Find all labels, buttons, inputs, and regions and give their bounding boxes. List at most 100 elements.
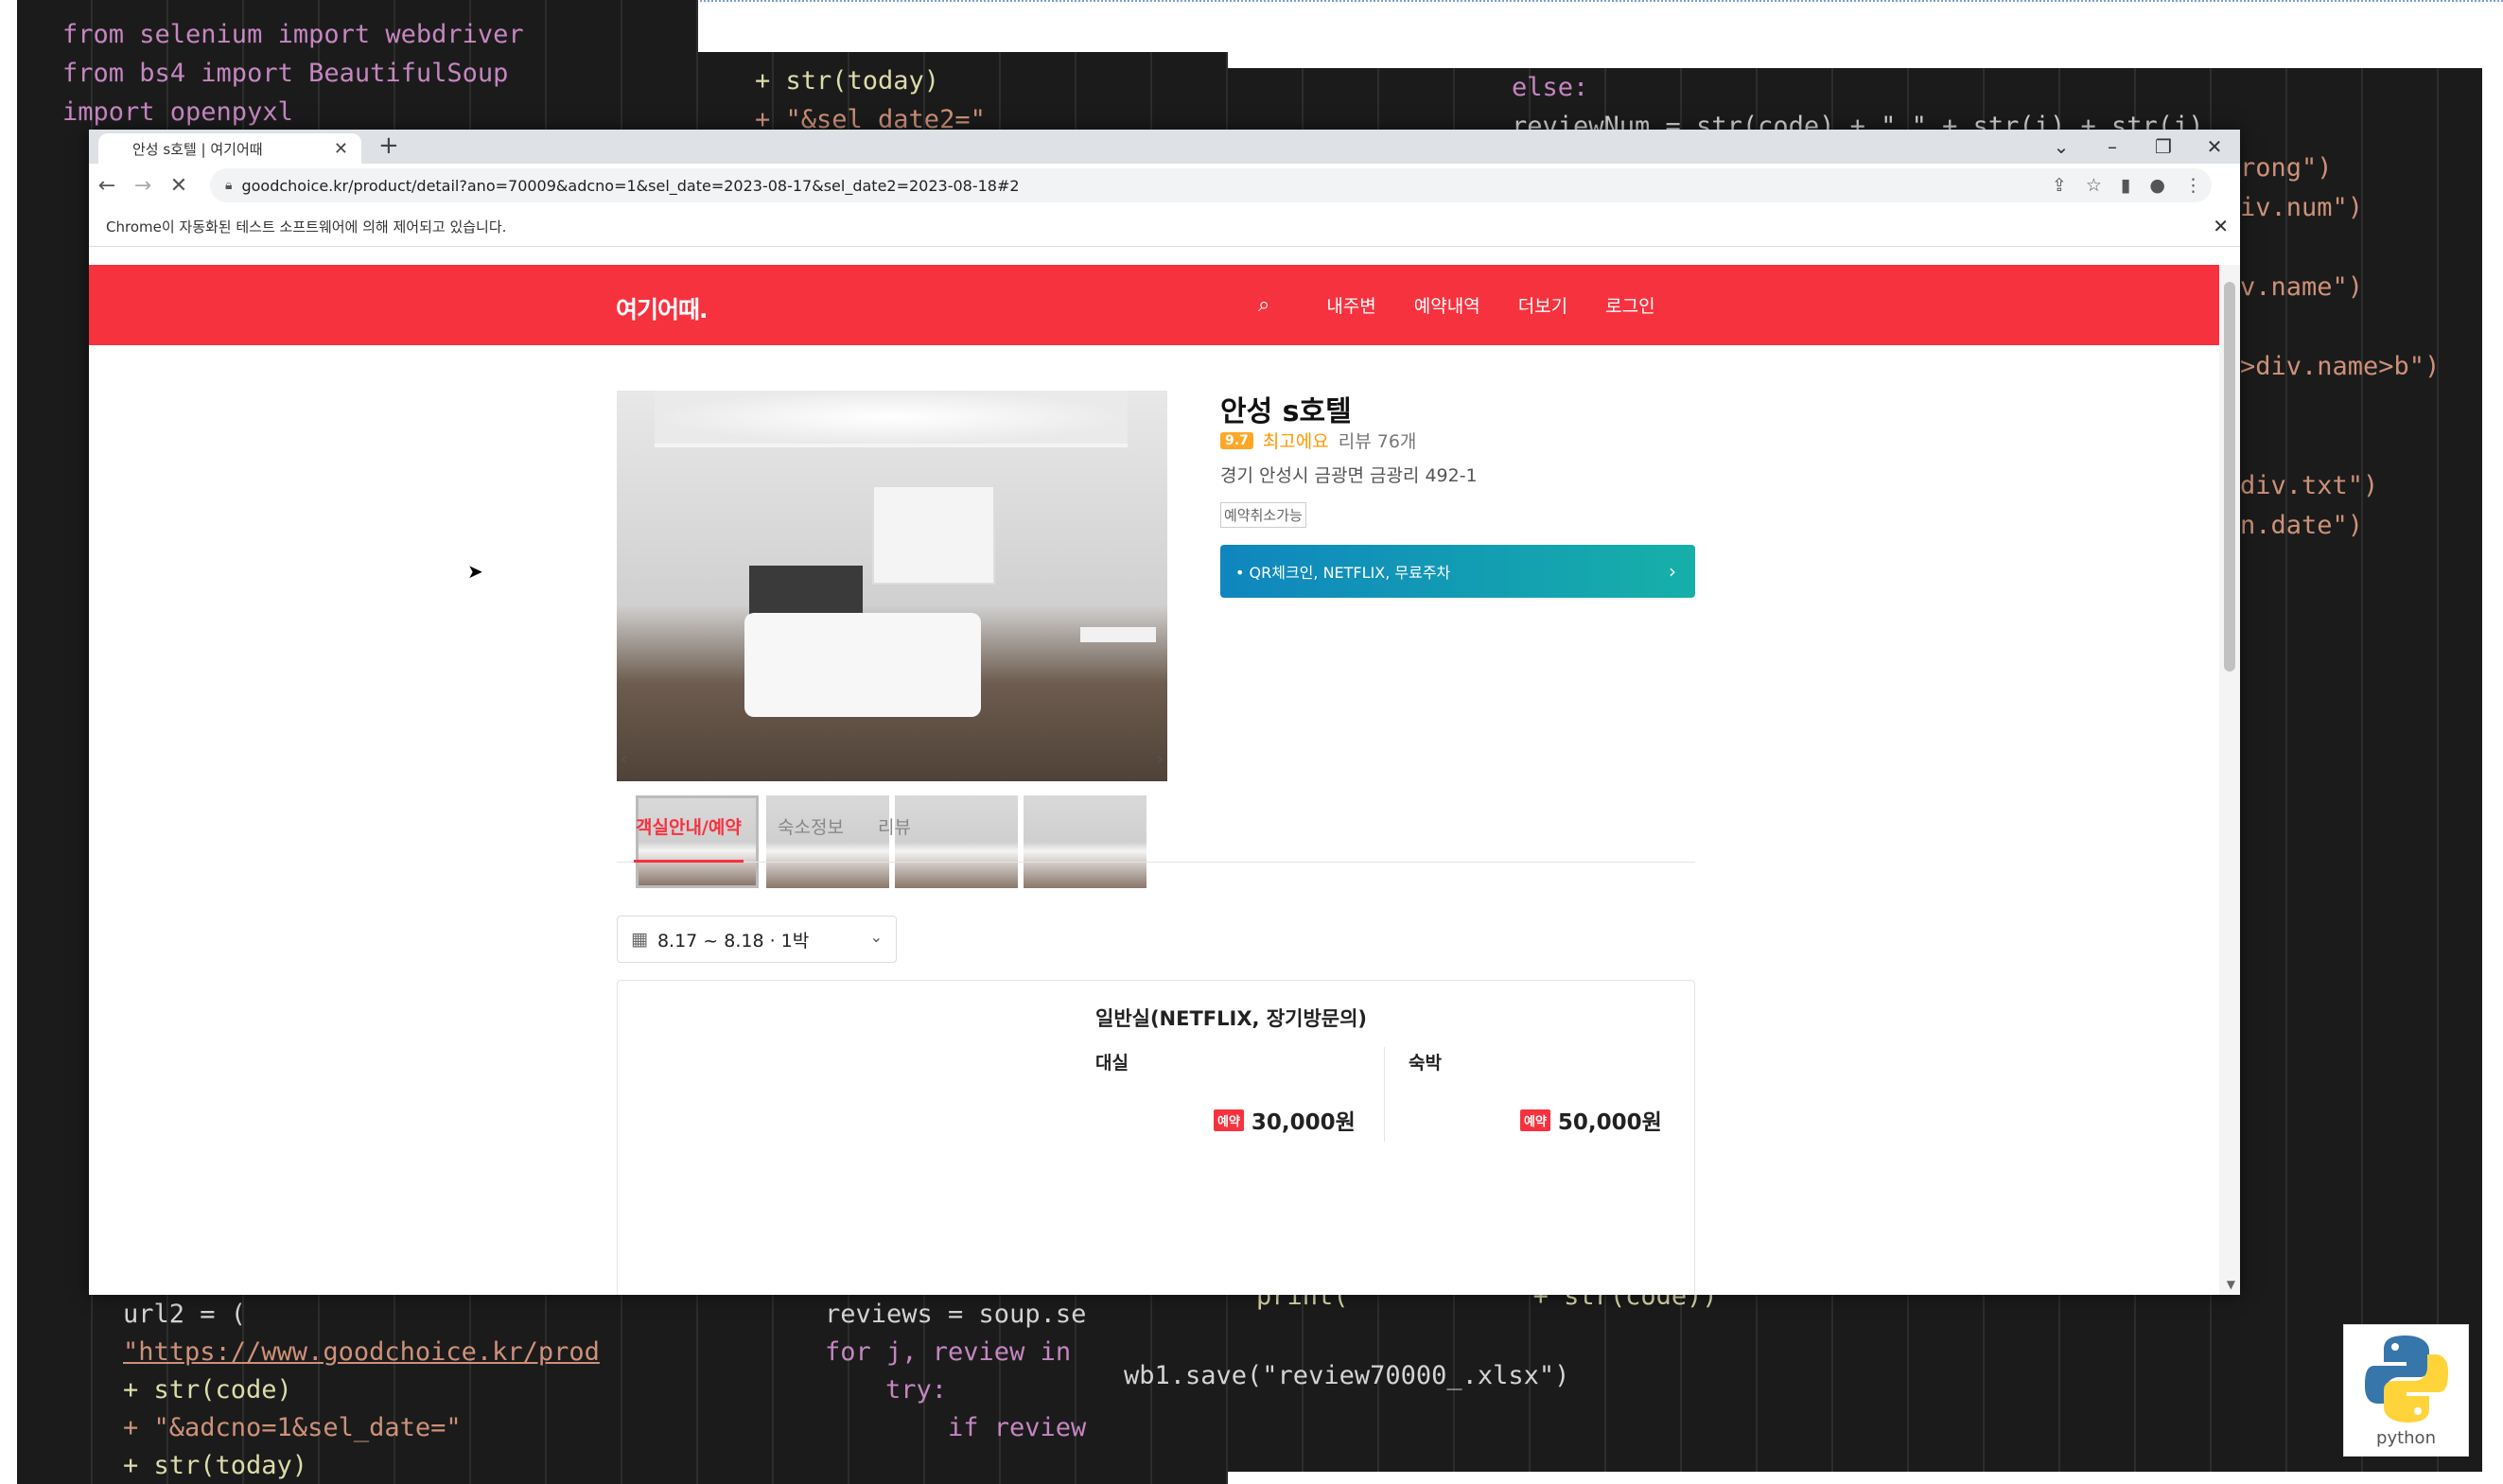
nav-reservations[interactable]: 예약내역 [1414, 292, 1480, 318]
infobar-text: Chrome이 자동화된 테스트 소프트웨어에 의해 제어되고 있습니다. [106, 218, 507, 236]
address-bar[interactable]: 🔒︎ goodchoice.kr/product/detail?ano=7000… [210, 168, 2212, 202]
code-line: wb1.save("review70000_.xlsx") [1124, 1361, 1570, 1390]
code-lines-left: from selenium import webdriver from bs4 … [17, 0, 698, 131]
code-line: v.name") [2240, 272, 2364, 302]
code-line: + str(today) [123, 1451, 308, 1480]
python-logo-icon [2364, 1335, 2448, 1423]
site-nav: ⌕ 내주변 예약내역 더보기 로그인 [1258, 265, 1655, 345]
code-line: if review [948, 1413, 1087, 1442]
amenities-promo-banner[interactable]: • QR체크인, NETFLIX, 무료주차 › [1220, 545, 1695, 598]
date-range-value: 8.17 ~ 8.18 · 1박 [656, 930, 810, 952]
profile-avatar-icon[interactable]: ● [2149, 175, 2165, 196]
code-line: url2 = ( [123, 1300, 247, 1329]
chrome-window: 안성 s호텔 | 여기어때 ✕ + ⌄ – ❐ ✕ ← → ✕ 🔒︎ goodc… [89, 130, 2240, 1295]
code-lines-right-edge: rong") iv.num") v.name") >div.name>b") d… [2240, 148, 2440, 546]
web-page: 여기어때. ⌕ 내주변 예약내역 더보기 로그인 ‹ › 안성 s호텔 9.7 … [89, 265, 2219, 1295]
code-line: rong") [2240, 153, 2333, 183]
chevron-down-icon: ⌄ [869, 928, 883, 946]
new-tab-button[interactable]: + [378, 131, 399, 160]
bookmark-star-icon[interactable]: ☆ [2086, 175, 2102, 196]
python-logo-label: python [2376, 1427, 2436, 1448]
stop-loading-icon[interactable]: ✕ [161, 167, 197, 203]
nav-login[interactable]: 로그인 [1605, 292, 1654, 318]
code-line: >div.name>b") [2240, 352, 2441, 381]
code-line: import openpyxl [62, 97, 293, 127]
restore-icon[interactable]: ❐ [2138, 130, 2189, 164]
chevron-right-icon: › [1669, 560, 1676, 583]
tab-active[interactable]: 안성 s호텔 | 여기어때 ✕ [98, 133, 361, 164]
side-panel-icon[interactable]: ▮ [2121, 175, 2130, 196]
minimize-icon[interactable]: – [2087, 130, 2138, 164]
tab-property-info[interactable]: 숙소정보 [778, 813, 844, 863]
review-count[interactable]: 리뷰 76개 [1339, 428, 1417, 453]
site-logo[interactable]: 여기어때. [616, 291, 708, 325]
code-lines-mid: + str(today) + "&sel_date2=" [698, 52, 1228, 139]
code-editor-bottom-right: print( + str(code)) wb1.save("review7000… [1095, 1277, 1947, 1409]
nav-nearby[interactable]: 내주변 [1326, 292, 1375, 318]
tab-close-icon[interactable]: ✕ [334, 139, 348, 159]
mouse-pointer-icon: ➤ [467, 560, 483, 583]
rent-price-row[interactable]: 예약 30,000원 [1214, 1104, 1356, 1136]
automation-infobar: Chrome이 자동화된 테스트 소프트웨어에 의해 제어되고 있습니다. ✕ [89, 207, 2240, 247]
code-editor-bottom-left: url2 = ( "https://www.goodchoice.kr/prod… [17, 1296, 698, 1484]
url-text[interactable]: goodchoice.kr/product/detail?ano=70009&a… [241, 177, 1019, 195]
room-name: 일반실(NETFLIX, 장기방문의) [1095, 1007, 1368, 1030]
share-icon[interactable]: ⇪ [2052, 175, 2067, 196]
room-card: 일반실(NETFLIX, 장기방문의) 대실 숙박 예약 30,000원 예약 … [617, 980, 1695, 1295]
code-line: try: [885, 1375, 948, 1405]
rent-price: 30,000원 [1251, 1110, 1356, 1135]
reserve-badge: 예약 [1520, 1109, 1550, 1131]
thumbs-next-arrow-icon[interactable]: › [1156, 747, 1164, 770]
page-scrollbar[interactable]: ▼ [2219, 265, 2240, 1295]
rent-label: 대실 [1095, 1053, 1129, 1074]
calendar-icon: ▦ [631, 929, 648, 950]
code-line: + str(code) [123, 1375, 292, 1405]
tab-room-booking[interactable]: 객실안내/예약 [634, 813, 744, 863]
code-line: for j, review in [825, 1337, 1072, 1367]
code-lines-bottom-left: url2 = ( "https://www.goodchoice.kr/prod… [17, 1296, 698, 1484]
hotel-address: 경기 안성시 금광면 금광리 492-1 [1220, 465, 1478, 486]
code-line: n.date") [2240, 511, 2364, 540]
date-range-picker[interactable]: ▦ 8.17 ~ 8.18 · 1박 ⌄ [617, 916, 897, 963]
promo-text: • QR체크인, NETFLIX, 무료주차 [1235, 564, 1451, 582]
code-line: from selenium import webdriver [62, 20, 524, 49]
infobar-close-icon[interactable]: ✕ [2213, 215, 2229, 237]
rating-row: 9.7 최고에요 리뷰 76개 [1220, 428, 1416, 453]
stay-label: 숙박 [1409, 1053, 1442, 1074]
lock-icon: 🔒︎ [225, 178, 233, 193]
tab-title: 안성 s호텔 | 여기어때 [132, 140, 263, 158]
code-line: + str(today) [755, 66, 940, 96]
back-arrow-icon[interactable]: ← [89, 167, 125, 203]
tab-reviews[interactable]: 리뷰 [878, 813, 911, 863]
scroll-down-arrow-icon[interactable]: ▼ [2227, 1278, 2235, 1291]
code-line: "https://www.goodchoice.kr/prod [123, 1337, 600, 1367]
window-close-icon[interactable]: ✕ [2189, 130, 2240, 164]
code-editor-bottom-mid: reviews = soup.se for j, review in try: … [698, 1296, 1095, 1484]
code-line: iv.num") [2240, 193, 2364, 222]
hotel-main-photo[interactable] [617, 391, 1167, 781]
stay-price-row[interactable]: 예약 50,000원 [1520, 1104, 1662, 1136]
code-line: + "&adcno=1&sel_date=" [123, 1413, 462, 1442]
search-icon[interactable]: ⌕ [1258, 293, 1269, 317]
omnibox-actions: ⇪ ☆ ▮ ● ⋮ [2052, 168, 2202, 202]
tab-strip: 안성 s호텔 | 여기어때 ✕ + ⌄ – ❐ ✕ [89, 130, 2240, 164]
more-menu-icon[interactable]: ⋮ [2184, 175, 2202, 196]
code-line: reviews = soup.se [825, 1300, 1087, 1329]
stay-price: 50,000원 [1557, 1110, 1662, 1135]
price-divider [1384, 1047, 1385, 1142]
tab-search-chevron-icon[interactable]: ⌄ [2036, 130, 2087, 164]
cancel-available-badge: 예약취소가능 [1220, 502, 1306, 528]
hotel-name: 안성 s호텔 [1220, 395, 1352, 428]
thumbs-prev-arrow-icon[interactable]: ‹ [621, 747, 628, 770]
code-lines-bottom-mid: reviews = soup.se for j, review in try: … [698, 1296, 1095, 1447]
browser-toolbar: ← → ✕ 🔒︎ goodchoice.kr/product/detail?an… [89, 164, 2240, 207]
detail-tabs: 객실안내/예약 숙소정보 리뷰 [617, 813, 1695, 863]
reserve-badge: 예약 [1214, 1109, 1244, 1131]
rating-score-badge: 9.7 [1220, 431, 1253, 449]
nav-more[interactable]: 더보기 [1518, 292, 1567, 318]
scrollbar-thumb[interactable] [2224, 282, 2235, 672]
python-logo: python [2343, 1324, 2469, 1457]
site-header: 여기어때. ⌕ 내주변 예약내역 더보기 로그인 [89, 265, 2219, 345]
code-line: from bs4 import BeautifulSoup [62, 59, 509, 88]
forward-arrow-icon[interactable]: → [125, 167, 161, 203]
